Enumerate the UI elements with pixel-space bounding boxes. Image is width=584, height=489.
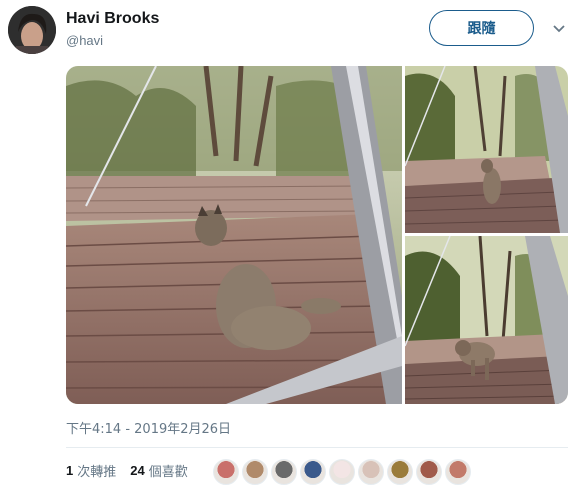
follow-button[interactable]: 跟隨 (429, 10, 534, 46)
retweets-count: 1 (66, 463, 74, 478)
tweet-timestamp[interactable]: 下午4:14 - 2019年2月26日 (66, 418, 231, 437)
liker-avatar[interactable] (445, 459, 471, 485)
tweet-stats: 1 次轉推 24 個喜歡 (66, 461, 202, 480)
likes-count: 24 (130, 463, 145, 478)
liker-avatar[interactable] (271, 459, 297, 485)
liker-avatars (213, 459, 474, 485)
avatar-image (8, 6, 56, 54)
photo-bobcat-walking[interactable] (405, 236, 568, 404)
liker-avatar[interactable] (329, 459, 355, 485)
photo-bobcat-lying[interactable] (66, 66, 402, 404)
author-avatar[interactable] (8, 6, 56, 54)
photo-bobcat-walking-away[interactable] (405, 66, 568, 233)
likes-stat[interactable]: 24 個喜歡 (130, 461, 187, 480)
liker-avatar[interactable] (242, 459, 268, 485)
author-handle[interactable]: @havi (66, 33, 103, 48)
likes-label: 個喜歡 (148, 465, 188, 480)
liker-avatar[interactable] (300, 459, 326, 485)
chevron-down-icon[interactable] (550, 20, 568, 38)
liker-avatar[interactable] (387, 459, 413, 485)
liker-avatar[interactable] (358, 459, 384, 485)
retweets-stat[interactable]: 1 次轉推 (66, 461, 116, 480)
author-name[interactable]: Havi Brooks (66, 10, 159, 28)
liker-avatar[interactable] (416, 459, 442, 485)
retweets-label: 次轉推 (77, 465, 117, 480)
divider (66, 447, 568, 448)
liker-avatar[interactable] (213, 459, 239, 485)
tweet-media-grid (66, 66, 568, 404)
